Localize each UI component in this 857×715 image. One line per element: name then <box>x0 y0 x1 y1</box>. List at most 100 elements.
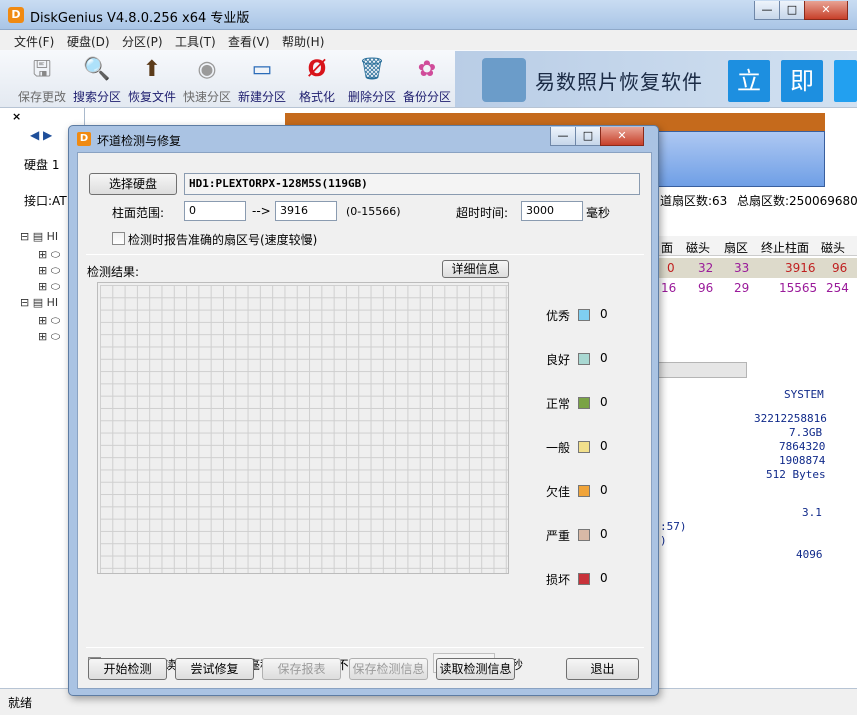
tree-node-hd0[interactable]: ⊟ ▤ HI <box>20 230 58 243</box>
tree-node-partition[interactable]: ⊞ ⬭ <box>38 264 60 278</box>
legend-label: 优秀 <box>546 309 571 323</box>
partition-table-header: 面 磁头 扇区 终止柱面 磁头 <box>655 236 857 256</box>
dialog-minimize-button[interactable]: — <box>550 127 576 146</box>
menu-help[interactable]: 帮助(H) <box>282 33 324 50</box>
tree-node-partition[interactable]: ⊞ ⬭ <box>38 248 60 262</box>
menu-disk[interactable]: 硬盘(D) <box>67 33 110 50</box>
ad-text[interactable]: 易数照片恢复软件 <box>535 66 703 95</box>
table-cell: 32 <box>698 261 714 275</box>
table-cell: 96 <box>832 261 848 275</box>
legend-swatch <box>578 397 590 409</box>
interface-label: 接口:AT <box>24 194 67 208</box>
window-title: DiskGenius V4.8.0.256 x64 专业版 <box>30 11 250 26</box>
table-cell: 3916 <box>785 261 816 275</box>
total-sectors: 总扇区数:250069680 <box>737 194 857 208</box>
menu-view[interactable]: 查看(V) <box>228 33 270 50</box>
details-button[interactable]: 详细信息 <box>442 260 509 278</box>
tree-node-hd1[interactable]: ⊟ ▤ HI <box>20 296 58 309</box>
search-icon: 🔍 <box>83 57 111 82</box>
tree-node-partition[interactable]: ⊞ ⬭ <box>38 330 60 344</box>
legend-severe: 严重 0 <box>546 527 646 543</box>
detail-value: 3.1 <box>802 506 822 519</box>
toolbar-label: 新建分区 <box>237 90 286 104</box>
cylinder-range-label: 柱面范围: <box>112 206 165 220</box>
panel-close-icon[interactable]: × <box>12 110 21 123</box>
col-header: 扇区 <box>724 241 749 255</box>
legend-count: 0 <box>600 571 608 585</box>
save-report-button[interactable]: 保存报表 <box>262 658 341 680</box>
detail-value: 512 Bytes <box>766 468 826 481</box>
new-partition-button[interactable]: ▭ 新建分区 <box>235 54 289 106</box>
delete-icon: 🗑 <box>358 57 386 82</box>
legend-count: 0 <box>600 439 608 453</box>
close-button[interactable]: ✕ <box>804 1 848 20</box>
table-row[interactable]: 0 32 33 3916 96 <box>655 258 857 278</box>
table-cell: 29 <box>734 281 750 295</box>
delete-partition-button[interactable]: 🗑 删除分区 <box>345 54 399 106</box>
app-icon: D <box>8 7 24 23</box>
result-label: 检测结果: <box>87 265 140 279</box>
save-scan-info-button[interactable]: 保存检测信息 <box>349 658 428 680</box>
timeout-label: 超时时间: <box>456 206 509 220</box>
col-header: 终止柱面 <box>761 241 810 255</box>
status-text: 就绪 <box>8 696 33 710</box>
backup-icon: ✿ <box>417 57 437 82</box>
quick-partition-button[interactable]: ◉ 快速分区 <box>180 54 234 106</box>
report-sector-checkbox[interactable] <box>112 232 125 245</box>
table-cell: 15565 <box>779 281 818 295</box>
timeout-input[interactable]: 3000 <box>521 201 583 221</box>
dialog-close-button[interactable]: ✕ <box>600 127 644 146</box>
minimize-button[interactable]: — <box>754 1 780 20</box>
ad-tile-2[interactable]: 即 <box>781 60 823 102</box>
cylinder-from-input[interactable]: 0 <box>184 201 246 221</box>
quick-partition-icon: ◉ <box>197 57 217 82</box>
disk-label: 硬盘 1 <box>24 158 60 172</box>
new-partition-icon: ▭ <box>251 57 273 82</box>
format-button[interactable]: Ø 格式化 <box>290 54 344 106</box>
exit-button[interactable]: 退出 <box>566 658 639 680</box>
legend-label: 欠佳 <box>546 485 571 499</box>
recover-files-button[interactable]: ⬆ 恢复文件 <box>125 54 179 106</box>
tree-node-partition[interactable]: ⊞ ⬭ <box>38 280 60 294</box>
legend-swatch <box>578 309 590 321</box>
legend-label: 良好 <box>546 353 571 367</box>
col-header: 面 <box>661 241 674 255</box>
table-row[interactable]: 16 96 29 15565 254 <box>655 278 857 298</box>
legend-swatch <box>578 441 590 453</box>
cylinder-to-input[interactable]: 3916 <box>275 201 337 221</box>
fs-type: SYSTEM <box>784 388 824 401</box>
photo-recovery-icon <box>482 58 526 102</box>
ad-tile-3[interactable] <box>834 60 857 102</box>
legend-label: 严重 <box>546 529 571 543</box>
legend-fair: 一般 0 <box>546 439 646 455</box>
legend-swatch <box>578 529 590 541</box>
divider <box>86 647 644 648</box>
legend-swatch <box>578 485 590 497</box>
try-repair-button[interactable]: 尝试修复 <box>175 658 254 680</box>
search-partition-button[interactable]: 🔍 搜索分区 <box>70 54 124 106</box>
toolbar-label: 搜索分区 <box>72 90 121 104</box>
maximize-button[interactable]: □ <box>779 1 805 20</box>
dialog-maximize-button[interactable]: □ <box>575 127 601 146</box>
select-disk-button[interactable]: 选择硬盘 <box>89 173 177 195</box>
menu-file[interactable]: 文件(F) <box>14 33 54 50</box>
disk-visual[interactable] <box>655 131 825 187</box>
dialog-app-icon: D <box>77 132 91 146</box>
save-changes-button[interactable]: 🖫 保存更改 <box>15 54 69 106</box>
toolbar-label: 保存更改 <box>17 90 66 104</box>
legend-swatch <box>578 573 590 585</box>
format-icon: Ø <box>307 57 327 82</box>
load-scan-info-button[interactable]: 读取检测信息 <box>436 658 515 680</box>
backup-partition-button[interactable]: ✿ 备份分区 <box>400 54 454 106</box>
col-header: 磁头 <box>686 241 711 255</box>
nav-arrows-icon[interactable]: ◀ ▶ <box>30 128 52 142</box>
tree-node-partition[interactable]: ⊞ ⬭ <box>38 314 60 328</box>
ad-tile-1[interactable]: 立 <box>728 60 770 102</box>
menu-tools[interactable]: 工具(T) <box>175 33 216 50</box>
table-scrollbar[interactable] <box>655 362 747 378</box>
menu-partition[interactable]: 分区(P) <box>122 33 163 50</box>
start-scan-button[interactable]: 开始检测 <box>88 658 167 680</box>
save-icon: 🖫 <box>32 57 52 82</box>
legend-good: 良好 0 <box>546 351 646 367</box>
detail-value: 32212258816 <box>754 412 827 425</box>
